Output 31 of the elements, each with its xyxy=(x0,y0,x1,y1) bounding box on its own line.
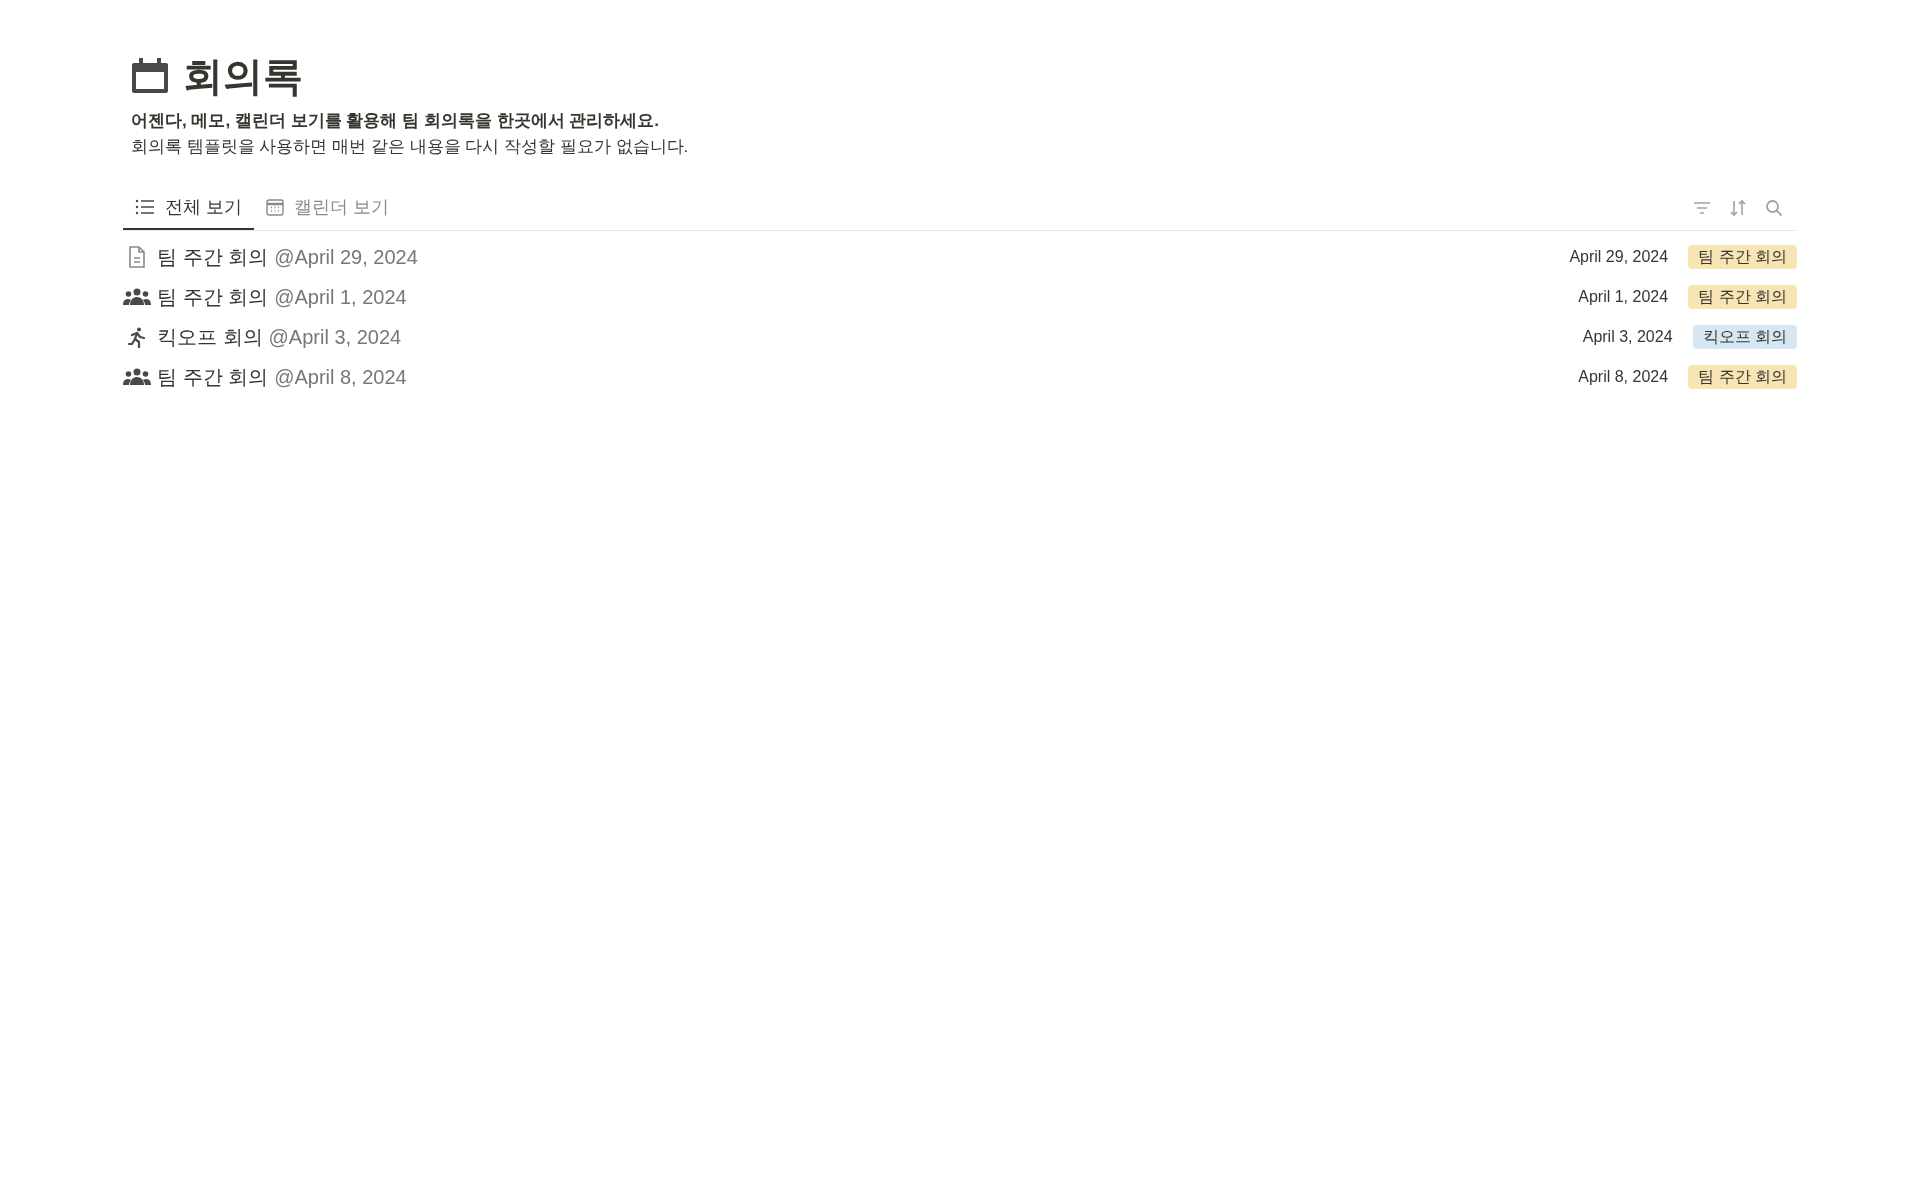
page-link[interactable]: 팀 주간 회의 xyxy=(157,242,269,272)
people-icon xyxy=(123,288,151,306)
filter-icon[interactable] xyxy=(1693,201,1711,215)
people-icon xyxy=(123,368,151,386)
view-tab[interactable]: 전체 보기 xyxy=(123,186,254,230)
list-icon xyxy=(135,199,155,215)
tag: 팀 주간 회의 xyxy=(1688,365,1797,389)
tag: 킥오프 회의 xyxy=(1692,325,1797,349)
tag: 팀 주간 회의 xyxy=(1688,245,1797,269)
date-mention[interactable]: @April 1, 2024 xyxy=(274,282,407,312)
tag: 팀 주간 회의 xyxy=(1688,285,1797,309)
date-text: April 3, 2024 xyxy=(1582,327,1673,347)
view-tab[interactable]: 캘린더 보기 xyxy=(254,186,402,230)
page-link[interactable]: 팀 주간 회의 xyxy=(157,282,269,312)
sort-icon[interactable] xyxy=(1729,199,1747,217)
date-mention[interactable]: @April 3, 2024 xyxy=(268,322,402,352)
calendar-icon xyxy=(131,57,169,95)
document-icon xyxy=(126,245,148,269)
search-icon[interactable] xyxy=(1765,199,1783,217)
date-text: April 8, 2024 xyxy=(1578,367,1669,387)
calendar-icon xyxy=(266,198,284,216)
page-description: 어젠다, 메모, 캘린더 보기를 활용해 팀 회의록을 한곳에서 관리하세요. xyxy=(130,110,660,132)
date-mention[interactable]: @April 29, 2024 xyxy=(274,242,418,272)
date-mention[interactable]: @April 8, 2024 xyxy=(274,362,407,392)
page-link[interactable]: 킥오프 회의 xyxy=(157,322,263,352)
page-subdescription: 회의록 템플릿을 사용하면 매번 같은 내용을 다시 작성할 필요가 없습니다. xyxy=(130,136,690,158)
date-text: April 29, 2024 xyxy=(1569,247,1669,267)
date-text: April 1, 2024 xyxy=(1578,287,1669,307)
page-title: 회의록 xyxy=(183,53,303,100)
runner-icon xyxy=(126,326,148,348)
page-link[interactable]: 팀 주간 회의 xyxy=(157,362,269,392)
